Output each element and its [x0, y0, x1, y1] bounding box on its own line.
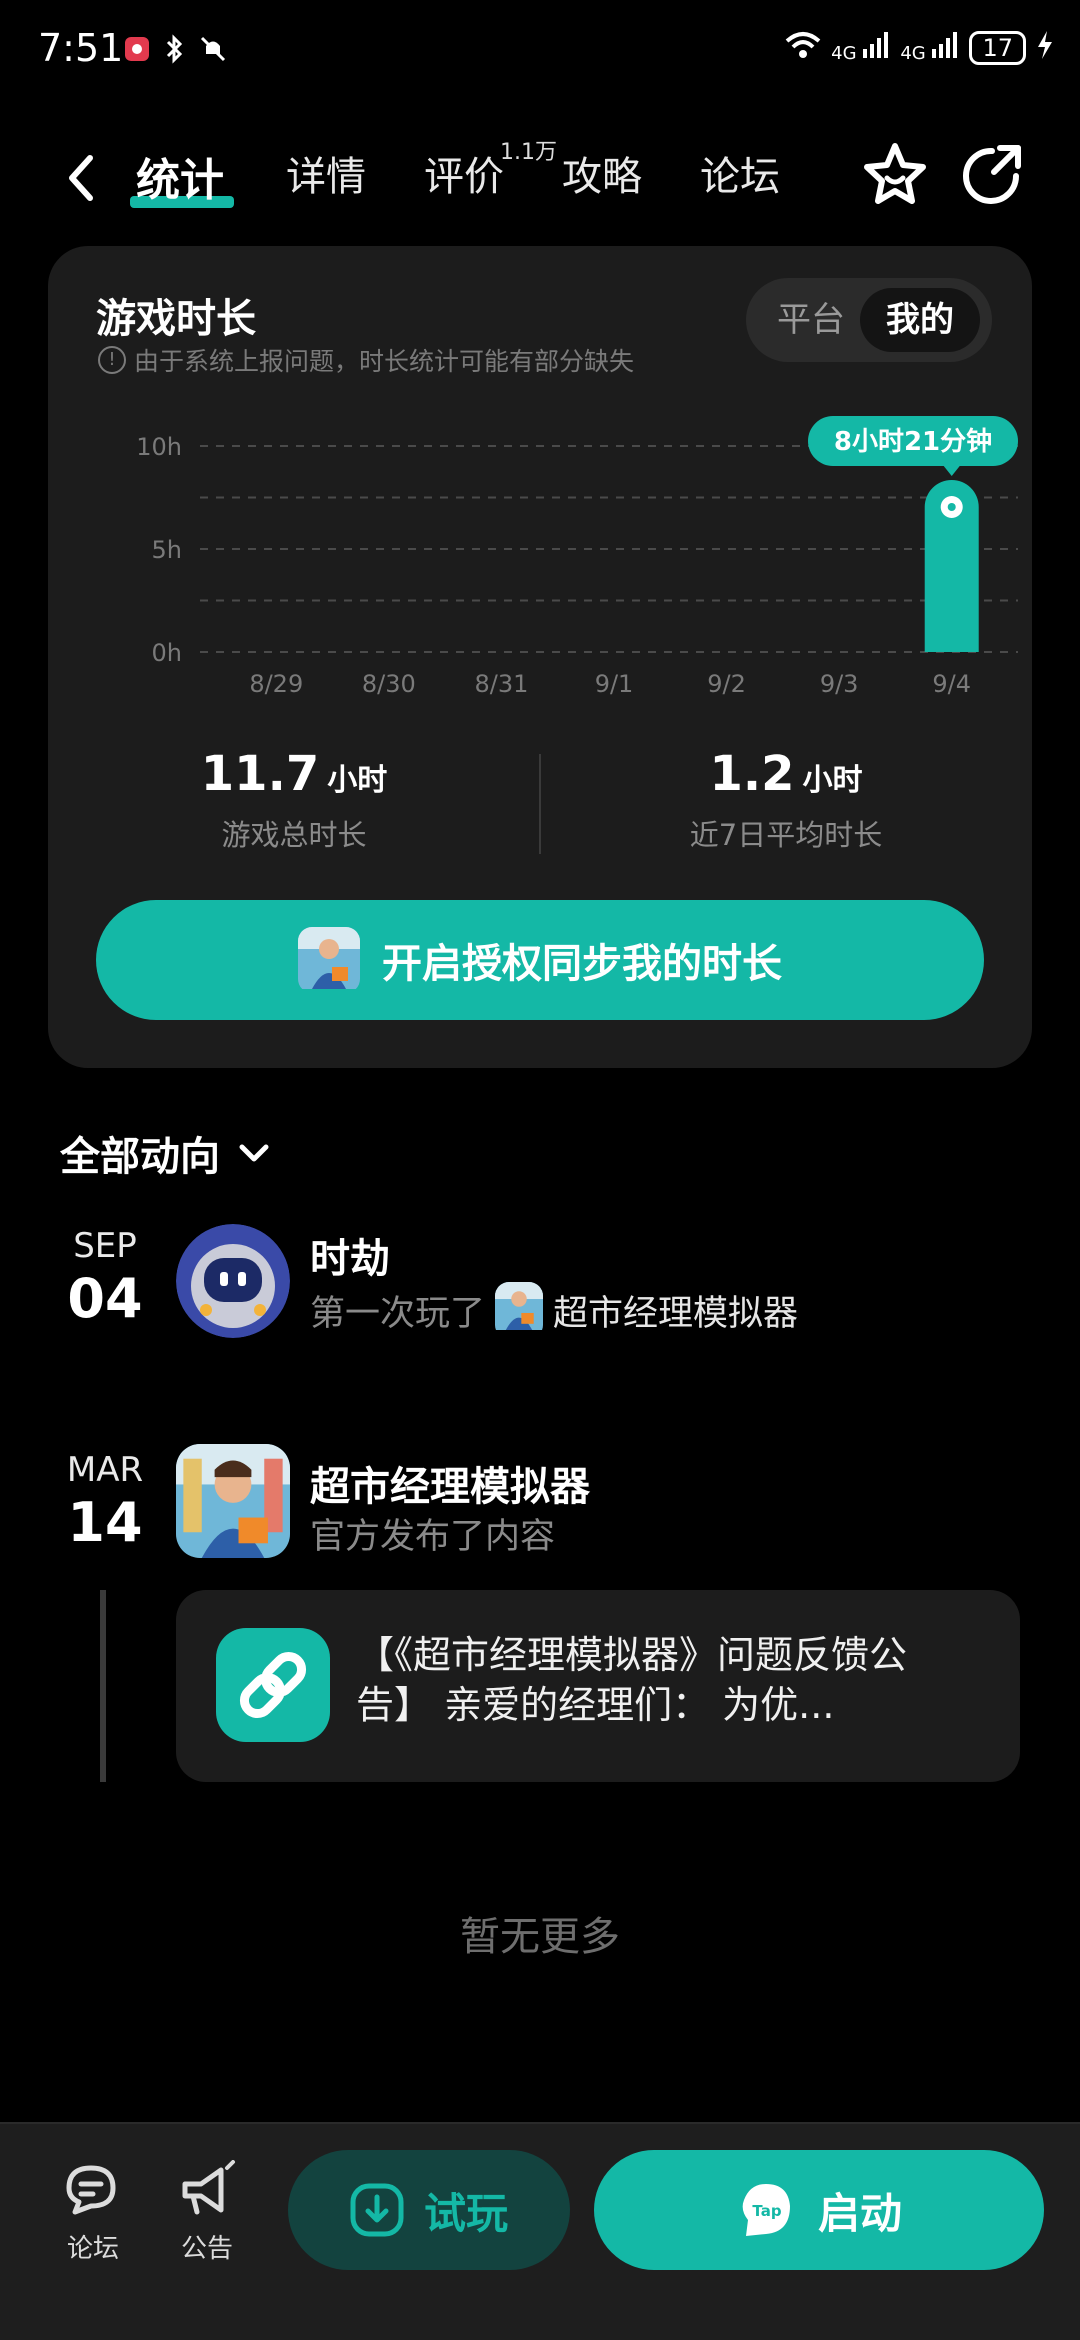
status-right: 4G 4G 17 [785, 30, 1054, 65]
avg-playtime: 1.2 小时 近7日平均时长 [540, 746, 1032, 854]
x-tick-label: 8/31 [474, 670, 528, 698]
x-tick-label: 9/3 [820, 670, 859, 698]
activity-header: 全部动向 [60, 1134, 220, 1180]
x-tick-label: 9/4 [932, 670, 971, 698]
chevron-down-icon [239, 1144, 269, 1162]
review-count-badge: 1.1万 [500, 140, 557, 165]
avatar[interactable] [176, 1224, 290, 1338]
tab-guides[interactable]: 攻略 [562, 144, 642, 202]
feed-description: 第一次玩了 超市经理模拟器 [310, 1282, 798, 1339]
tooltip-text: 8小时21分钟 [834, 426, 992, 457]
post-card[interactable]: 【《超市经理模拟器》问题反馈公告】 亲爱的经理们： 为优... [176, 1590, 1020, 1782]
forum-label: 论坛 [66, 2234, 119, 2264]
game-thumbnail-icon [495, 1282, 544, 1339]
feed-action: 官方发布了内容 [310, 1517, 556, 1557]
avg-label: 近7日平均时长 [689, 818, 883, 852]
activity-date-2: MAR 14 [60, 1450, 150, 1550]
avg-unit: 小时 [802, 763, 863, 798]
date-day: 14 [67, 1491, 143, 1554]
bar-marker-center [947, 502, 956, 511]
sync-playtime-button[interactable]: 开启授权同步我的时长 [96, 900, 984, 1020]
y-tick-label: 10h [136, 433, 182, 461]
status-time: 7:51 [38, 26, 124, 70]
battery-indicator: 17 [969, 30, 1026, 65]
scope-toggle: 平台 我的 [746, 278, 992, 362]
signal-icon-1: 4G [831, 31, 890, 64]
try-play-button[interactable]: 试玩 [288, 2150, 570, 2270]
stats-row: 11.7 小时 游戏总时长 1.2 小时 近7日平均时长 [48, 746, 1032, 856]
status-bar: 7:51 4G 4G 17 [0, 0, 1080, 100]
signal-icon-2: 4G [900, 31, 959, 64]
activity-date-1: SEP 04 [60, 1226, 150, 1326]
feed-game-link[interactable]: 超市经理模拟器 [553, 1285, 798, 1336]
date-day: 04 [67, 1267, 143, 1330]
tab-forum[interactable]: 论坛 [700, 144, 780, 202]
launch-label: 启动 [817, 2188, 902, 2238]
bluetooth-icon [164, 34, 184, 68]
x-tick-label: 8/29 [249, 670, 303, 698]
top-nav: 统计 详情 评价 1.1万 攻略 论坛 [0, 130, 1080, 230]
share-icon[interactable] [956, 140, 1026, 210]
total-unit: 小时 [327, 763, 388, 798]
forum-button[interactable]: 论坛 [48, 2160, 138, 2265]
forum-icon [66, 2165, 116, 2215]
megaphone-icon [182, 2160, 235, 2215]
chevron-left-icon [69, 155, 93, 201]
date-month: SEP [73, 1226, 137, 1266]
network-type-1: 4G [831, 43, 857, 64]
feed-action: 第一次玩了 [310, 1294, 486, 1334]
timeline-line [100, 1590, 106, 1782]
y-tick-label: 0h [152, 639, 182, 667]
avg-value: 1.2 [709, 746, 795, 802]
charging-icon [1036, 30, 1054, 65]
feed-description: 官方发布了内容 [310, 1508, 555, 1559]
post-text: 【《超市经理模拟器》问题反馈公告】 亲爱的经理们： 为优... [356, 1633, 908, 1727]
toggle-mine[interactable]: 我的 [860, 288, 980, 352]
mute-icon [198, 34, 228, 68]
game-thumbnail-icon [298, 927, 360, 993]
card-notice: ! 由于系统上报问题，时长统计可能有部分缺失 [98, 342, 634, 378]
wifi-icon [785, 31, 821, 64]
link-icon [216, 1628, 330, 1742]
x-tick-label: 9/1 [595, 670, 634, 698]
sync-button-label: 开启授权同步我的时长 [382, 941, 782, 987]
try-play-label: 试玩 [423, 2188, 508, 2238]
network-type-2: 4G [900, 43, 926, 64]
x-tick-label: 9/2 [707, 670, 746, 698]
notice-text: 由于系统上报问题，时长统计可能有部分缺失 [134, 347, 635, 376]
info-icon: ! [98, 346, 126, 374]
card-title: 游戏时长 [96, 296, 256, 342]
total-value: 11.7 [200, 746, 320, 802]
status-left-icons [124, 34, 228, 68]
date-month: MAR [66, 1450, 144, 1490]
no-more-text: 暂无更多 [460, 1914, 620, 1960]
toggle-platform[interactable]: 平台 [758, 288, 864, 352]
app-notification-icon [124, 36, 150, 66]
favorite-star-icon[interactable] [860, 140, 930, 210]
launch-button[interactable]: Tap 启动 [594, 2150, 1044, 2270]
tab-stats[interactable]: 统计 [136, 144, 224, 208]
announcement-label: 公告 [180, 2234, 233, 2264]
bottom-bar: 论坛 公告 试玩 Tap 启动 [0, 2122, 1080, 2340]
feed-game-name[interactable]: 超市经理模拟器 [310, 1454, 590, 1512]
playtime-card: 游戏时长 ! 由于系统上报问题，时长统计可能有部分缺失 平台 我的 0h 5h 10… [48, 246, 1032, 1068]
feed-user-name[interactable]: 时劫 [310, 1226, 390, 1284]
tap-logo-text: Tap [752, 2202, 781, 2220]
tab-details[interactable]: 详情 [286, 144, 366, 202]
back-button[interactable] [56, 148, 106, 208]
tap-logo-icon: Tap [742, 2184, 790, 2236]
total-playtime: 11.7 小时 游戏总时长 [48, 746, 540, 854]
total-label: 游戏总时长 [221, 818, 367, 852]
game-icon[interactable] [176, 1444, 290, 1558]
download-icon [350, 2183, 404, 2237]
playtime-chart: 0h 5h 10h 8/29 8/30 8/31 9/1 9/2 9/3 9/4 8小时21分钟 [136, 416, 1018, 698]
announcement-button[interactable]: 公告 [162, 2160, 252, 2265]
activity-filter[interactable]: 全部动向 [60, 1124, 274, 1182]
tab-reviews[interactable]: 评价 [424, 144, 504, 202]
x-tick-label: 8/30 [362, 670, 416, 698]
y-tick-label: 5h [152, 536, 182, 564]
tooltip-pointer [943, 466, 960, 476]
